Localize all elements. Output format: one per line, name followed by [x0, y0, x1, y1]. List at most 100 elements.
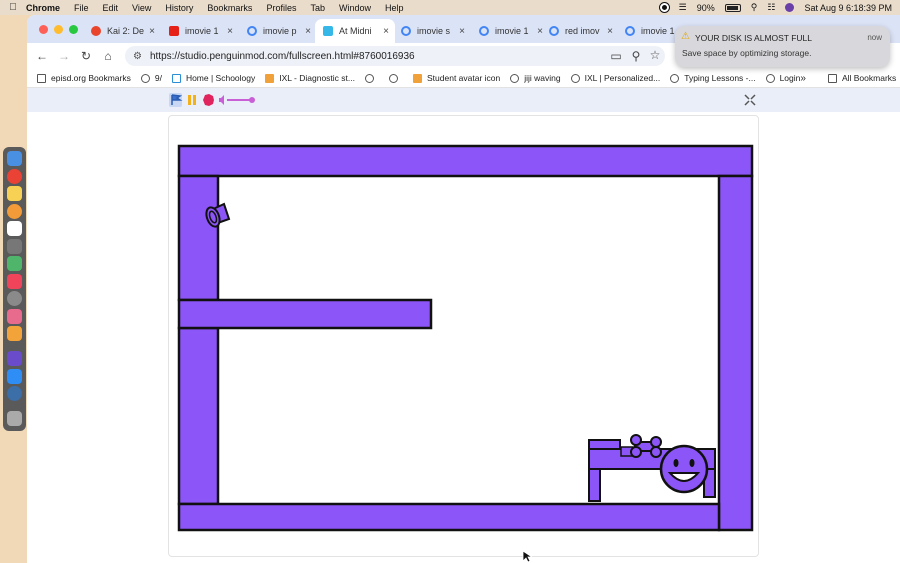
all-bookmarks[interactable]: All Bookmarks: [827, 73, 896, 83]
calculator-icon[interactable]: [7, 239, 22, 254]
tab-4[interactable]: imovie s ×: [393, 19, 471, 43]
tab-0[interactable]: Kai 2: De ×: [83, 19, 161, 43]
tab-5[interactable]: imovie 1 ×: [471, 19, 549, 43]
mouse-cursor-icon: [522, 550, 532, 563]
game-stage[interactable]: [168, 115, 759, 557]
globe-icon: [765, 73, 775, 83]
settings-icon[interactable]: [7, 291, 22, 306]
menu-profiles[interactable]: Profiles: [266, 3, 296, 13]
bookmark-label: Student avatar icon: [427, 73, 501, 83]
bookmark-student-avatar[interactable]: Student avatar icon: [413, 73, 500, 83]
close-tab-icon[interactable]: ×: [227, 26, 233, 37]
bookmark-globe-a[interactable]: [365, 73, 379, 83]
menu-history[interactable]: History: [165, 3, 193, 13]
left-upper-wall: [177, 174, 220, 302]
notification-title: YOUR DISK IS ALMOST FULL: [695, 33, 812, 43]
bookmark-schoology[interactable]: Home | Schoology: [171, 73, 255, 83]
pause-icon-bar: [193, 95, 196, 105]
search-icon[interactable]: ⚲: [751, 2, 758, 13]
player-controls-bar: [27, 88, 900, 112]
finder-icon[interactable]: [7, 151, 22, 166]
chrome-icon[interactable]: [7, 169, 22, 184]
close-tab-icon[interactable]: ×: [459, 26, 465, 37]
wifi-icon[interactable]: ☰: [679, 2, 687, 13]
menu-app-name[interactable]: Chrome: [26, 3, 60, 13]
close-tab-icon[interactable]: ×: [383, 26, 389, 37]
player-character[interactable]: [659, 444, 709, 494]
music-icon[interactable]: [7, 274, 22, 289]
pages-icon[interactable]: [7, 326, 22, 341]
ixl-icon: [413, 73, 422, 83]
bookmark-label: Login: [779, 73, 801, 83]
bookmark-label: Typing Lessons -...: [684, 73, 756, 83]
calendar-icon[interactable]: [7, 221, 22, 236]
tab-1[interactable]: imovie 1 ×: [161, 19, 239, 43]
tab-label: imovie 1: [185, 26, 219, 36]
preview-icon[interactable]: [7, 256, 22, 271]
close-tab-icon[interactable]: ×: [149, 26, 155, 37]
menu-view[interactable]: View: [132, 3, 151, 13]
bookmark-ixl-diagnostic[interactable]: IXL - Diagnostic st...: [265, 73, 355, 83]
address-url[interactable]: https://studio.penguinmod.com/fullscreen…: [150, 51, 415, 62]
stop-icon[interactable]: [203, 94, 214, 106]
site-info-icon[interactable]: ⚙: [133, 51, 142, 62]
app-store-icon[interactable]: [7, 369, 22, 384]
menu-help[interactable]: Help: [385, 3, 404, 13]
bookmark-globe-b[interactable]: [389, 73, 403, 83]
tab-7[interactable]: imovie 1: [617, 19, 677, 43]
siri-icon[interactable]: [785, 3, 795, 12]
tab-label: imovie p: [263, 26, 297, 36]
bookmark-star-icon[interactable]: ☆: [644, 48, 666, 62]
home-button[interactable]: ⌂: [97, 49, 119, 63]
close-tab-icon[interactable]: ×: [305, 26, 311, 37]
tab-active[interactable]: At Midni ×: [315, 19, 395, 43]
bookmark-typing[interactable]: Typing Lessons -...: [670, 73, 756, 83]
tab-label: imovie s: [417, 26, 451, 36]
menu-edit[interactable]: Edit: [103, 3, 119, 13]
folder-icon: [37, 73, 46, 83]
more-bookmarks-icon[interactable]: »: [800, 73, 806, 84]
menu-bookmarks[interactable]: Bookmarks: [207, 3, 252, 13]
player-controls: [169, 93, 756, 107]
control-center-icon[interactable]: ☷: [767, 2, 775, 13]
record-icon[interactable]: [659, 3, 669, 12]
bookmark-ixl-personalized[interactable]: IXL | Personalized...: [570, 73, 660, 83]
tab-2[interactable]: imovie p ×: [239, 19, 317, 43]
exit-fullscreen-icon[interactable]: [744, 94, 756, 106]
imovie-icon[interactable]: [7, 351, 22, 366]
pause-icon[interactable]: [188, 95, 191, 105]
launchpad-icon[interactable]: [7, 309, 22, 324]
bookmark-label: jiji waving: [524, 73, 561, 83]
migration-icon[interactable]: [7, 386, 22, 401]
menu-clock[interactable]: Sat Aug 9 6:18:39 PM: [804, 3, 892, 13]
photos-icon[interactable]: [7, 204, 22, 219]
forward-button[interactable]: →: [53, 49, 75, 63]
bookmarks-bar: episd.org Bookmarks 9/ Home | Schoology …: [27, 69, 900, 88]
address-bar[interactable]: ⚙ https://studio.penguinmod.com/fullscre…: [125, 46, 665, 66]
tab-6[interactable]: red imov ×: [541, 19, 619, 43]
install-app-icon[interactable]: ▭: [605, 49, 627, 63]
bookmark-login[interactable]: Login: [765, 73, 801, 83]
volume-icon[interactable]: [219, 95, 224, 105]
bookmark-jiji[interactable]: jiji waving: [510, 73, 561, 83]
bookmark-folder-episd[interactable]: episd.org Bookmarks: [37, 73, 131, 83]
menu-tab[interactable]: Tab: [310, 3, 325, 13]
battery-icon[interactable]: [724, 3, 741, 12]
disk-full-notification[interactable]: ⚠ YOUR DISK IS ALMOST FULL now Save spac…: [675, 26, 890, 67]
fire-icon: [91, 26, 101, 36]
trash-icon[interactable]: [7, 411, 22, 426]
close-window-button[interactable]: [39, 25, 48, 34]
apple-menu-icon[interactable]: : [0, 2, 26, 13]
globe-icon: [510, 73, 520, 83]
close-tab-icon[interactable]: ×: [607, 26, 613, 37]
volume-slider-thumb[interactable]: [249, 97, 255, 103]
menu-window[interactable]: Window: [339, 3, 371, 13]
back-button[interactable]: ←: [31, 49, 53, 63]
notes-icon[interactable]: [7, 186, 22, 201]
bookmark-9[interactable]: 9/: [140, 73, 162, 83]
reload-button[interactable]: ↻: [75, 49, 97, 63]
game-scene[interactable]: [169, 116, 758, 556]
zoom-window-button[interactable]: [69, 25, 78, 34]
menu-file[interactable]: File: [74, 3, 89, 13]
minimize-window-button[interactable]: [54, 25, 63, 34]
